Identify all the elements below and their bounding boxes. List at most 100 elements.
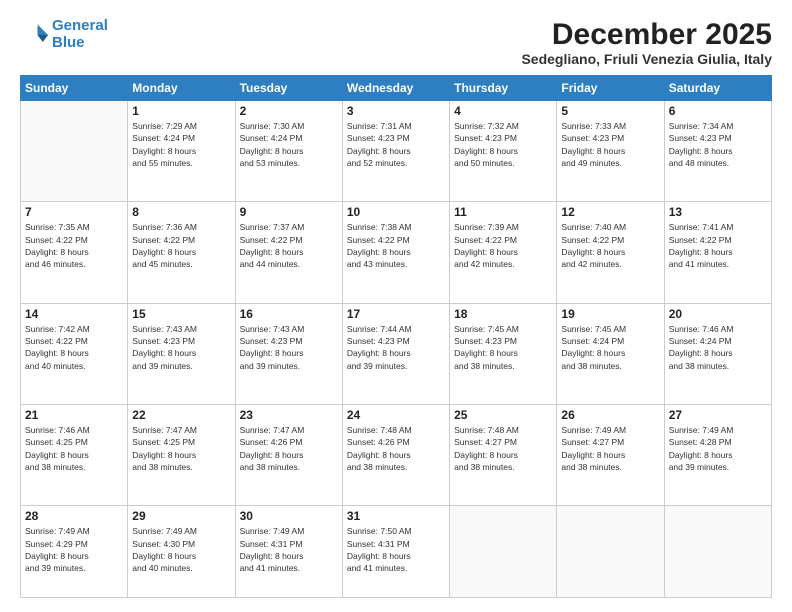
day-number: 2: [240, 104, 338, 118]
day-number: 11: [454, 205, 552, 219]
sun-info: Sunrise: 7:43 AM Sunset: 4:23 PM Dayligh…: [132, 323, 230, 372]
day-number: 29: [132, 509, 230, 523]
calendar-cell: 15 Sunrise: 7:43 AM Sunset: 4:23 PM Dayli…: [128, 303, 235, 404]
month-title: December 2025: [521, 18, 772, 51]
sun-info: Sunrise: 7:37 AM Sunset: 4:22 PM Dayligh…: [240, 221, 338, 270]
sun-info: Sunrise: 7:41 AM Sunset: 4:22 PM Dayligh…: [669, 221, 767, 270]
day-number: 18: [454, 307, 552, 321]
calendar-cell: 29Sunrise: 7:49 AM Sunset: 4:30 PM Dayli…: [128, 506, 235, 598]
calendar-cell: 14 Sunrise: 7:42 AM Sunset: 4:22 PM Dayli…: [21, 303, 128, 404]
day-number: 16: [240, 307, 338, 321]
calendar-cell: 23 Sunrise: 7:47 AM Sunset: 4:26 PM Dayli…: [235, 405, 342, 506]
page: General Blue December 2025 Sedegliano, F…: [0, 0, 792, 612]
weekday-header-tuesday: Tuesday: [235, 76, 342, 101]
day-number: 7: [25, 205, 123, 219]
calendar-cell: 17 Sunrise: 7:44 AM Sunset: 4:23 PM Dayli…: [342, 303, 449, 404]
sun-info: Sunrise: 7:48 AM Sunset: 4:26 PM Dayligh…: [347, 424, 445, 473]
calendar-cell: 7 Sunrise: 7:35 AM Sunset: 4:22 PM Daylig…: [21, 202, 128, 303]
day-number: 15: [132, 307, 230, 321]
sun-info: Sunrise: 7:45 AM Sunset: 4:23 PM Dayligh…: [454, 323, 552, 372]
sun-info: Sunrise: 7:32 AM Sunset: 4:23 PM Dayligh…: [454, 120, 552, 169]
calendar-week-row: 21 Sunrise: 7:46 AM Sunset: 4:25 PM Dayli…: [21, 405, 772, 506]
sun-info: Sunrise: 7:46 AM Sunset: 4:24 PM Dayligh…: [669, 323, 767, 372]
day-number: 31: [347, 509, 445, 523]
day-number: 9: [240, 205, 338, 219]
calendar-cell: 6 Sunrise: 7:34 AM Sunset: 4:23 PM Daylig…: [664, 101, 771, 202]
sun-info: Sunrise: 7:36 AM Sunset: 4:22 PM Dayligh…: [132, 221, 230, 270]
sun-info: Sunrise: 7:49 AM Sunset: 4:28 PM Dayligh…: [669, 424, 767, 473]
sun-info: Sunrise: 7:50 AM Sunset: 4:31 PM Dayligh…: [347, 525, 445, 574]
day-number: 22: [132, 408, 230, 422]
calendar-cell: 25Sunrise: 7:48 AM Sunset: 4:27 PM Dayli…: [450, 405, 557, 506]
sun-info: Sunrise: 7:46 AM Sunset: 4:25 PM Dayligh…: [25, 424, 123, 473]
sun-info: Sunrise: 7:34 AM Sunset: 4:23 PM Dayligh…: [669, 120, 767, 169]
day-number: 21: [25, 408, 123, 422]
location-title: Sedegliano, Friuli Venezia Giulia, Italy: [521, 51, 772, 67]
day-number: 20: [669, 307, 767, 321]
sun-info: Sunrise: 7:30 AM Sunset: 4:24 PM Dayligh…: [240, 120, 338, 169]
calendar-header-row: SundayMondayTuesdayWednesdayThursdayFrid…: [21, 76, 772, 101]
calendar-cell: 18 Sunrise: 7:45 AM Sunset: 4:23 PM Dayli…: [450, 303, 557, 404]
sun-info: Sunrise: 7:48 AM Sunset: 4:27 PM Dayligh…: [454, 424, 552, 473]
day-number: 26: [561, 408, 659, 422]
calendar-week-row: 14 Sunrise: 7:42 AM Sunset: 4:22 PM Dayli…: [21, 303, 772, 404]
calendar-cell: 2 Sunrise: 7:30 AM Sunset: 4:24 PM Daylig…: [235, 101, 342, 202]
day-number: 30: [240, 509, 338, 523]
calendar-cell: 19Sunrise: 7:45 AM Sunset: 4:24 PM Dayli…: [557, 303, 664, 404]
calendar-cell: 10Sunrise: 7:38 AM Sunset: 4:22 PM Dayli…: [342, 202, 449, 303]
day-number: 14: [25, 307, 123, 321]
sun-info: Sunrise: 7:29 AM Sunset: 4:24 PM Dayligh…: [132, 120, 230, 169]
sun-info: Sunrise: 7:40 AM Sunset: 4:22 PM Dayligh…: [561, 221, 659, 270]
day-number: 4: [454, 104, 552, 118]
calendar-cell: 26 Sunrise: 7:49 AM Sunset: 4:27 PM Dayli…: [557, 405, 664, 506]
sun-info: Sunrise: 7:44 AM Sunset: 4:23 PM Dayligh…: [347, 323, 445, 372]
day-number: 17: [347, 307, 445, 321]
day-number: 5: [561, 104, 659, 118]
sun-info: Sunrise: 7:45 AM Sunset: 4:24 PM Dayligh…: [561, 323, 659, 372]
weekday-header-saturday: Saturday: [664, 76, 771, 101]
sun-info: Sunrise: 7:39 AM Sunset: 4:22 PM Dayligh…: [454, 221, 552, 270]
calendar-cell: 9 Sunrise: 7:37 AM Sunset: 4:22 PM Daylig…: [235, 202, 342, 303]
day-number: 12: [561, 205, 659, 219]
calendar-cell: 1 Sunrise: 7:29 AM Sunset: 4:24 PM Daylig…: [128, 101, 235, 202]
calendar-cell: [450, 506, 557, 598]
weekday-header-friday: Friday: [557, 76, 664, 101]
calendar-cell: 30Sunrise: 7:49 AM Sunset: 4:31 PM Dayli…: [235, 506, 342, 598]
day-number: 6: [669, 104, 767, 118]
calendar-cell: 27Sunrise: 7:49 AM Sunset: 4:28 PM Dayli…: [664, 405, 771, 506]
day-number: 10: [347, 205, 445, 219]
calendar-cell: 28 Sunrise: 7:49 AM Sunset: 4:29 PM Dayli…: [21, 506, 128, 598]
logo-text: General Blue: [52, 18, 108, 51]
calendar-week-row: 7 Sunrise: 7:35 AM Sunset: 4:22 PM Daylig…: [21, 202, 772, 303]
calendar-cell: 22 Sunrise: 7:47 AM Sunset: 4:25 PM Dayli…: [128, 405, 235, 506]
calendar-cell: [557, 506, 664, 598]
weekday-header-thursday: Thursday: [450, 76, 557, 101]
calendar-cell: 5Sunrise: 7:33 AM Sunset: 4:23 PM Daylig…: [557, 101, 664, 202]
sun-info: Sunrise: 7:47 AM Sunset: 4:26 PM Dayligh…: [240, 424, 338, 473]
header: General Blue December 2025 Sedegliano, F…: [20, 18, 772, 67]
calendar-cell: 16 Sunrise: 7:43 AM Sunset: 4:23 PM Dayli…: [235, 303, 342, 404]
sun-info: Sunrise: 7:49 AM Sunset: 4:27 PM Dayligh…: [561, 424, 659, 473]
weekday-header-wednesday: Wednesday: [342, 76, 449, 101]
calendar-cell: 21 Sunrise: 7:46 AM Sunset: 4:25 PM Dayli…: [21, 405, 128, 506]
sun-info: Sunrise: 7:42 AM Sunset: 4:22 PM Dayligh…: [25, 323, 123, 372]
sun-info: Sunrise: 7:31 AM Sunset: 4:23 PM Dayligh…: [347, 120, 445, 169]
calendar-cell: 4 Sunrise: 7:32 AM Sunset: 4:23 PM Daylig…: [450, 101, 557, 202]
calendar-cell: [664, 506, 771, 598]
day-number: 28: [25, 509, 123, 523]
day-number: 13: [669, 205, 767, 219]
sun-info: Sunrise: 7:43 AM Sunset: 4:23 PM Dayligh…: [240, 323, 338, 372]
calendar-cell: 31 Sunrise: 7:50 AM Sunset: 4:31 PM Dayli…: [342, 506, 449, 598]
calendar-cell: 8 Sunrise: 7:36 AM Sunset: 4:22 PM Daylig…: [128, 202, 235, 303]
calendar-cell: 12 Sunrise: 7:40 AM Sunset: 4:22 PM Dayli…: [557, 202, 664, 303]
calendar-cell: 3 Sunrise: 7:31 AM Sunset: 4:23 PM Daylig…: [342, 101, 449, 202]
sun-info: Sunrise: 7:35 AM Sunset: 4:22 PM Dayligh…: [25, 221, 123, 270]
day-number: 8: [132, 205, 230, 219]
calendar-cell: 24Sunrise: 7:48 AM Sunset: 4:26 PM Dayli…: [342, 405, 449, 506]
sun-info: Sunrise: 7:49 AM Sunset: 4:29 PM Dayligh…: [25, 525, 123, 574]
day-number: 23: [240, 408, 338, 422]
day-number: 3: [347, 104, 445, 118]
calendar-week-row: 28 Sunrise: 7:49 AM Sunset: 4:29 PM Dayli…: [21, 506, 772, 598]
day-number: 1: [132, 104, 230, 118]
sun-info: Sunrise: 7:47 AM Sunset: 4:25 PM Dayligh…: [132, 424, 230, 473]
